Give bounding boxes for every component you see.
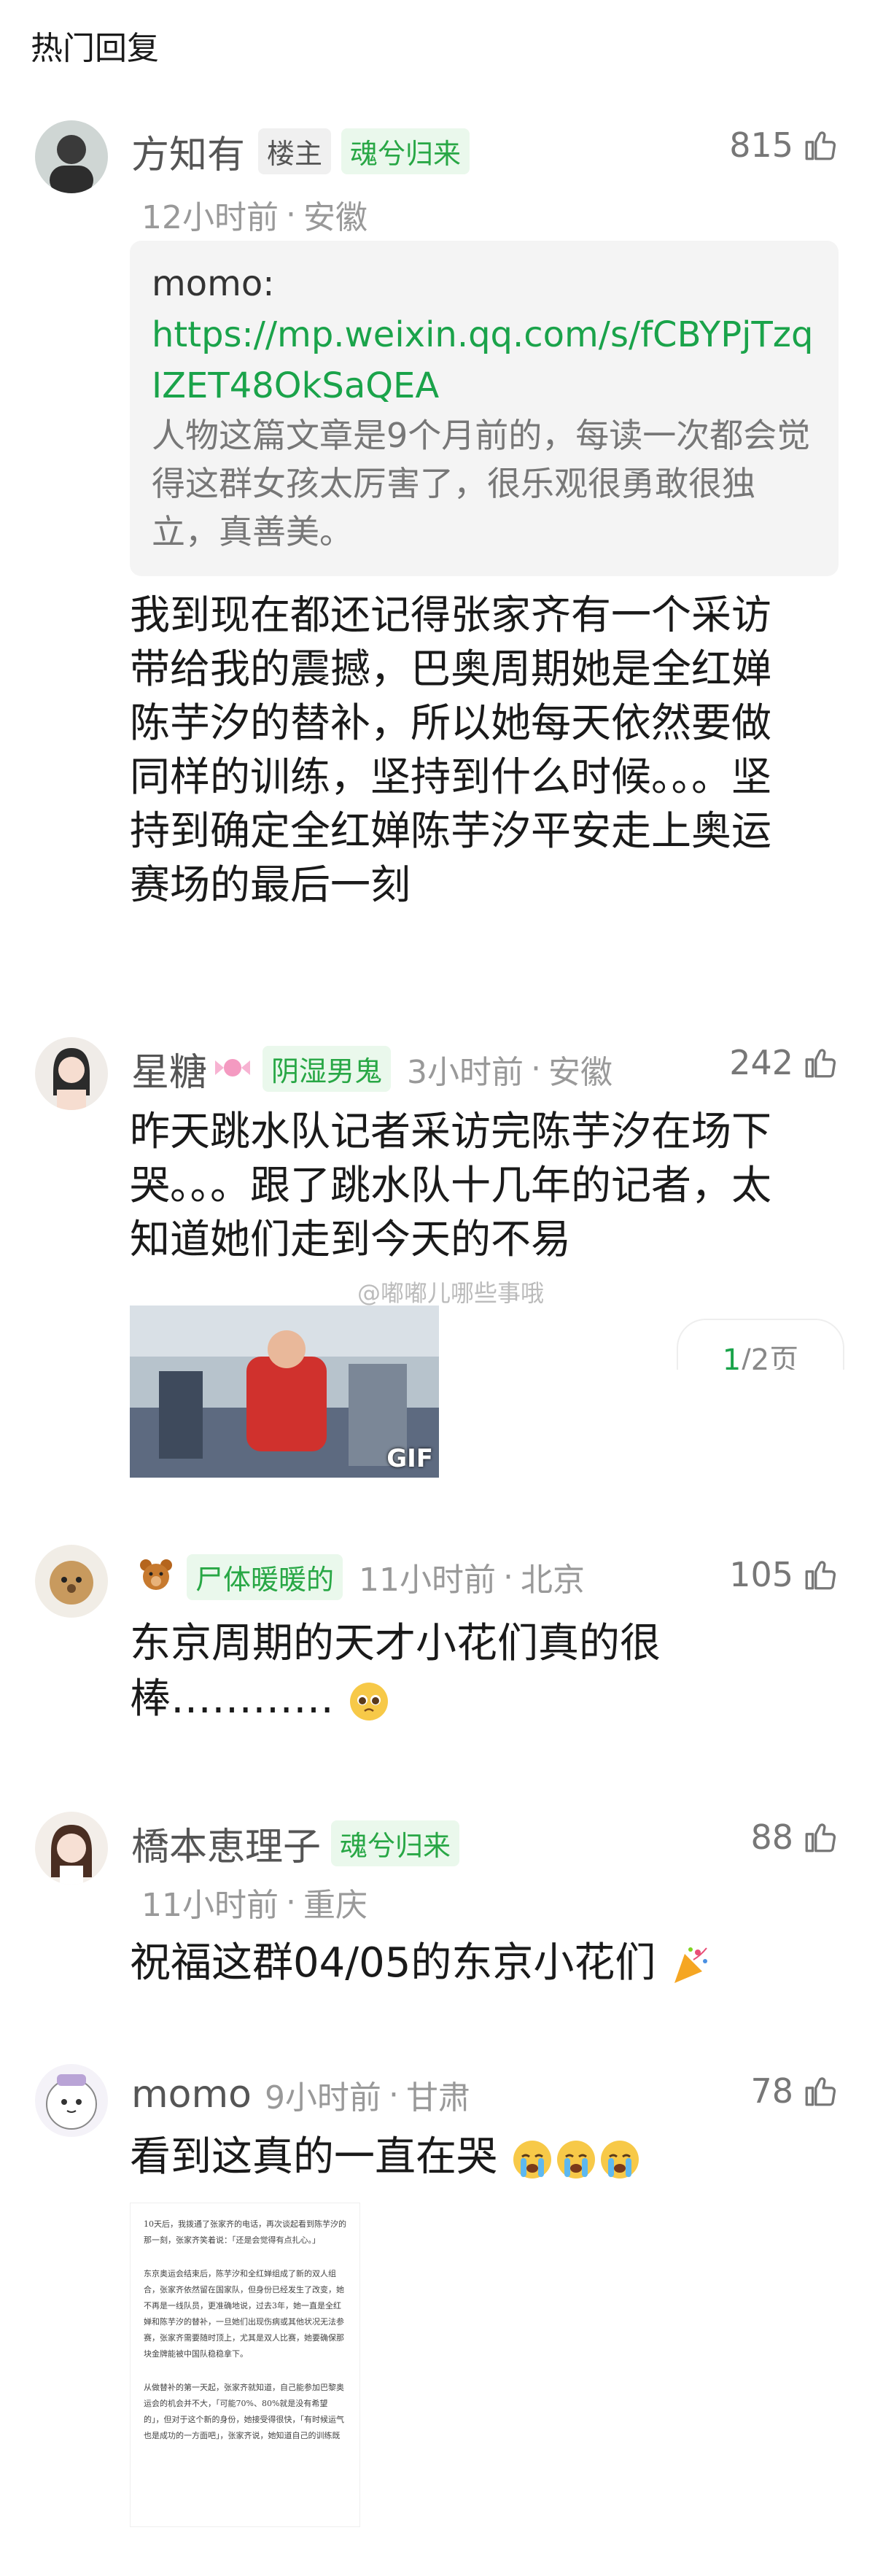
comment-location: 甘肃 [405, 2079, 470, 2117]
comment-location: 重庆 [303, 1887, 368, 1924]
comment-text: 昨天跳水队记者采访完陈芋汐在场下哭。。。跟了跳水队十几年的记者，太知道她们走到今… [130, 1108, 772, 1262]
crying-face-emoji [598, 2138, 642, 2181]
gif-label: GIF [386, 1444, 433, 1473]
thumbs-up-icon [805, 1561, 836, 1590]
page-total: /2页 [741, 1343, 799, 1370]
like-button[interactable]: 78 [750, 2071, 839, 2111]
image-paragraph: 10天后，我拨通了张家齐的电话，再次谈起看到陈芋汐的那一刻，张家齐笑着说：「还是… [144, 2219, 346, 2245]
like-button[interactable]: 105 [729, 1555, 839, 1594]
avatar[interactable] [35, 2064, 108, 2137]
comment-location: 安徽 [303, 199, 368, 236]
author-row: momo 9小时前 · 甘肃 [131, 2073, 470, 2117]
comment-text-content: 东京周期的天才小花们真的很棒………… [130, 1620, 661, 1723]
like-button[interactable]: 242 [729, 1043, 839, 1082]
thumbs-up-icon [805, 1049, 836, 1078]
crying-face-emoji [554, 2138, 598, 2181]
avatar[interactable] [35, 1812, 108, 1885]
like-count: 815 [729, 125, 793, 165]
quote-text: 人物这篇文章是9个月前的，每读一次都会觉得这群女孩太厉害了，很乐观很勇敢很独立，… [152, 416, 811, 551]
image-paragraph: 从做替补的第一天起，张家齐就知道，自己能参加巴黎奥运会的机会并不大，「可能70%… [144, 2383, 344, 2440]
like-count: 78 [750, 2071, 793, 2111]
user-badge: 尸体暖暖的 [187, 1553, 343, 1600]
comment-text: 东京周期的天才小花们真的很棒………… [130, 1616, 728, 1727]
author-row: 方知有 楼主 魂兮归来 [131, 124, 470, 179]
candy-icon [213, 1053, 252, 1085]
like-count: 88 [750, 1817, 793, 1857]
author-name[interactable]: momo [131, 2073, 252, 2117]
quote-author: momo: [152, 263, 275, 304]
bear-icon [136, 1555, 176, 1599]
like-count: 242 [729, 1043, 793, 1082]
comment-text-content: 祝福这群04/05的东京小花们 [130, 1939, 656, 1987]
quote-link[interactable]: https://mp.weixin.qq.com/s/fCBYPjTzqIZET… [152, 309, 817, 411]
comment-image[interactable]: 10天后，我拨通了张家齐的电话，再次谈起看到陈芋汐的那一刻，张家齐笑着说：「还是… [130, 2203, 360, 2527]
host-tag: 楼主 [258, 128, 332, 174]
comment-text: 我到现在都还记得张家齐有一个采访带给我的震撼，巴奥周期她是全红婵陈芋汐的替补，所… [130, 591, 772, 908]
image-paragraph: 东京奥运会结束后，陈芋汐和全红婵组成了新的双人组合，张家齐依然留在国家队，但身份… [144, 2269, 344, 2359]
comment-location: 安徽 [548, 1053, 613, 1091]
comment-gif[interactable]: GIF [130, 1306, 439, 1478]
avatar[interactable] [35, 120, 108, 193]
like-button[interactable]: 815 [729, 125, 839, 165]
image-page-indicator[interactable]: 1/2页 [677, 1319, 844, 1370]
comment-time: 12小时前 [141, 199, 279, 236]
page-current: 1 [722, 1343, 742, 1370]
party-popper-emoji [669, 1944, 712, 1987]
image-watermark: @嘟嘟儿哪些事哦 [357, 1279, 545, 1307]
pleading-face-emoji [347, 1680, 391, 1723]
like-button[interactable]: 88 [750, 1817, 839, 1857]
section-title: 热门回复 [31, 30, 159, 67]
thumbs-up-icon [805, 2077, 836, 2106]
author-row: 橋本恵理子 魂兮归来 [131, 1816, 460, 1871]
author-row: 尸体暖暖的 11小时前 · 北京 [131, 1553, 585, 1600]
author-name[interactable]: 星糖 [131, 1041, 207, 1096]
crying-face-emoji [510, 2138, 554, 2181]
thumbs-up-icon [805, 131, 836, 160]
author-name[interactable]: 橋本恵理子 [131, 1816, 321, 1871]
author-name[interactable]: 方知有 [131, 124, 245, 179]
comment-meta: 12小时前 · 安徽 [141, 191, 368, 238]
like-count: 105 [729, 1555, 793, 1594]
quote-box[interactable]: momo: https://mp.weixin.qq.com/s/fCBYPjT… [130, 241, 839, 576]
comment-meta: 11小时前 · 重庆 [141, 1879, 368, 1925]
comment-text: 祝福这群04/05的东京小花们 [130, 1936, 808, 1991]
comment-text: 看到这真的一直在哭 [130, 2130, 808, 2185]
comment-time: 3小时前 [407, 1053, 524, 1091]
user-badge: 阴湿男鬼 [262, 1046, 392, 1092]
author-row: 星糖 阴湿男鬼 3小时前 · 安徽 [131, 1041, 612, 1096]
avatar[interactable] [35, 1545, 108, 1618]
comment-time: 11小时前 [359, 1561, 497, 1599]
comment-time: 9小时前 [264, 2079, 381, 2117]
user-badge: 魂兮归来 [331, 1820, 460, 1866]
comment-location: 北京 [521, 1561, 586, 1599]
user-badge: 魂兮归来 [341, 128, 470, 174]
comment-time: 11小时前 [141, 1887, 279, 1924]
thumbs-up-icon [805, 1823, 836, 1853]
avatar[interactable] [35, 1037, 108, 1110]
comment-text-content: 看到这真的一直在哭 [130, 2133, 497, 2181]
